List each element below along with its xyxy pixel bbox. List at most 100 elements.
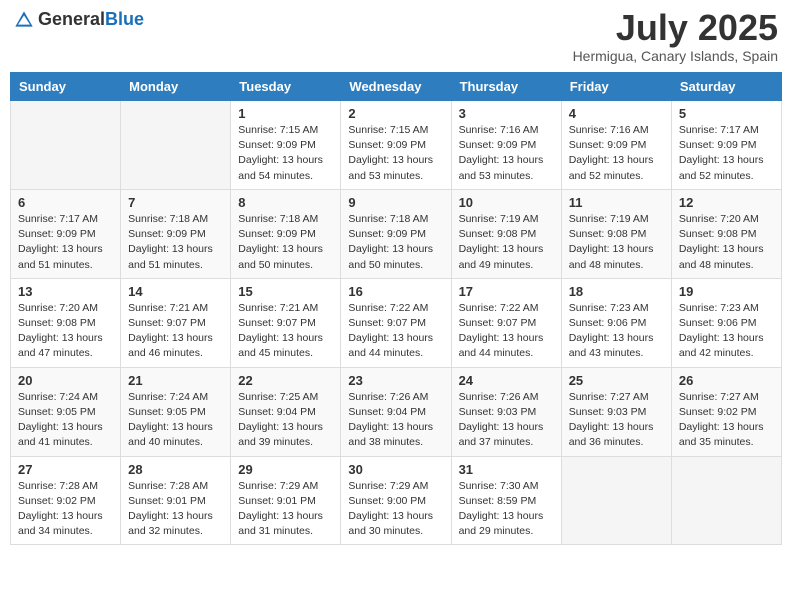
day-number: 30 <box>348 462 443 477</box>
calendar-cell: 5 Sunrise: 7:17 AMSunset: 9:09 PMDaylight… <box>671 101 781 190</box>
day-info: Sunrise: 7:27 AMSunset: 9:02 PMDaylight:… <box>679 390 774 451</box>
day-number: 10 <box>459 195 554 210</box>
calendar-cell <box>121 101 231 190</box>
day-info: Sunrise: 7:21 AMSunset: 9:07 PMDaylight:… <box>238 301 333 362</box>
calendar-cell: 9 Sunrise: 7:18 AMSunset: 9:09 PMDaylight… <box>341 189 451 278</box>
calendar-cell: 12 Sunrise: 7:20 AMSunset: 9:08 PMDayligh… <box>671 189 781 278</box>
day-number: 27 <box>18 462 113 477</box>
location: Hermigua, Canary Islands, Spain <box>573 48 778 64</box>
calendar-cell: 25Sunrise: 7:27 AMSunset: 9:03 PMDayligh… <box>561 367 671 456</box>
logo: GeneralBlue <box>14 10 144 30</box>
calendar-cell: 31 Sunrise: 7:30 AMSunset: 8:59 PMDayligh… <box>451 456 561 545</box>
day-info: Sunrise: 7:22 AMSunset: 9:07 PMDaylight:… <box>459 301 554 362</box>
day-of-week-header: Wednesday <box>341 73 451 101</box>
day-number: 21 <box>128 373 223 388</box>
calendar-cell: 6Sunrise: 7:17 AMSunset: 9:09 PMDaylight… <box>11 189 121 278</box>
calendar-cell: 8 Sunrise: 7:18 AMSunset: 9:09 PMDaylight… <box>231 189 341 278</box>
calendar-cell: 20 Sunrise: 7:24 AMSunset: 9:05 PMDayligh… <box>11 367 121 456</box>
day-number: 4 <box>569 106 664 121</box>
day-number: 24 <box>459 373 554 388</box>
day-info: Sunrise: 7:30 AMSunset: 8:59 PMDaylight:… <box>459 479 554 540</box>
calendar-cell: 1 Sunrise: 7:15 AMSunset: 9:09 PMDaylight… <box>231 101 341 190</box>
day-number: 1 <box>238 106 333 121</box>
day-of-week-header: Friday <box>561 73 671 101</box>
day-number: 22 <box>238 373 333 388</box>
day-number: 9 <box>348 195 443 210</box>
calendar-cell: 10 Sunrise: 7:19 AMSunset: 9:08 PMDayligh… <box>451 189 561 278</box>
day-number: 23 <box>348 373 443 388</box>
calendar-cell: 21 Sunrise: 7:24 AMSunset: 9:05 PMDayligh… <box>121 367 231 456</box>
day-number: 3 <box>459 106 554 121</box>
calendar-cell: 3 Sunrise: 7:16 AMSunset: 9:09 PMDaylight… <box>451 101 561 190</box>
day-info: Sunrise: 7:25 AMSunset: 9:04 PMDaylight:… <box>238 390 333 451</box>
day-number: 13 <box>18 284 113 299</box>
day-number: 8 <box>238 195 333 210</box>
day-info: Sunrise: 7:24 AMSunset: 9:05 PMDaylight:… <box>128 390 223 451</box>
day-number: 26 <box>679 373 774 388</box>
day-number: 29 <box>238 462 333 477</box>
calendar-cell: 26 Sunrise: 7:27 AMSunset: 9:02 PMDayligh… <box>671 367 781 456</box>
day-number: 14 <box>128 284 223 299</box>
day-info: Sunrise: 7:20 AMSunset: 9:08 PMDaylight:… <box>679 212 774 273</box>
calendar-cell: 30 Sunrise: 7:29 AMSunset: 9:00 PMDayligh… <box>341 456 451 545</box>
calendar-table: SundayMondayTuesdayWednesdayThursdayFrid… <box>10 72 782 545</box>
day-number: 31 <box>459 462 554 477</box>
day-info: Sunrise: 7:15 AMSunset: 9:09 PMDaylight:… <box>348 123 443 184</box>
day-info: Sunrise: 7:17 AMSunset: 9:09 PMDaylight:… <box>679 123 774 184</box>
calendar-cell: 15Sunrise: 7:21 AMSunset: 9:07 PMDayligh… <box>231 278 341 367</box>
calendar-cell <box>561 456 671 545</box>
calendar-week-row: 6Sunrise: 7:17 AMSunset: 9:09 PMDaylight… <box>11 189 782 278</box>
calendar-week-row: 1 Sunrise: 7:15 AMSunset: 9:09 PMDaylight… <box>11 101 782 190</box>
day-info: Sunrise: 7:26 AMSunset: 9:03 PMDaylight:… <box>459 390 554 451</box>
calendar-cell: 24 Sunrise: 7:26 AMSunset: 9:03 PMDayligh… <box>451 367 561 456</box>
calendar-cell: 14 Sunrise: 7:21 AMSunset: 9:07 PMDayligh… <box>121 278 231 367</box>
day-of-week-header: Thursday <box>451 73 561 101</box>
day-info: Sunrise: 7:26 AMSunset: 9:04 PMDaylight:… <box>348 390 443 451</box>
calendar-cell: 19Sunrise: 7:23 AMSunset: 9:06 PMDayligh… <box>671 278 781 367</box>
day-number: 5 <box>679 106 774 121</box>
calendar-week-row: 27 Sunrise: 7:28 AMSunset: 9:02 PMDayligh… <box>11 456 782 545</box>
calendar-cell <box>671 456 781 545</box>
day-info: Sunrise: 7:18 AMSunset: 9:09 PMDaylight:… <box>238 212 333 273</box>
day-number: 18 <box>569 284 664 299</box>
calendar-cell: 18 Sunrise: 7:23 AMSunset: 9:06 PMDayligh… <box>561 278 671 367</box>
day-info: Sunrise: 7:24 AMSunset: 9:05 PMDaylight:… <box>18 390 113 451</box>
calendar-cell: 2 Sunrise: 7:15 AMSunset: 9:09 PMDaylight… <box>341 101 451 190</box>
title-section: July 2025 Hermigua, Canary Islands, Spai… <box>573 10 778 64</box>
day-number: 6 <box>18 195 113 210</box>
day-info: Sunrise: 7:21 AMSunset: 9:07 PMDaylight:… <box>128 301 223 362</box>
day-number: 11 <box>569 195 664 210</box>
calendar-cell: 13 Sunrise: 7:20 AMSunset: 9:08 PMDayligh… <box>11 278 121 367</box>
day-info: Sunrise: 7:29 AMSunset: 9:00 PMDaylight:… <box>348 479 443 540</box>
day-info: Sunrise: 7:23 AMSunset: 9:06 PMDaylight:… <box>569 301 664 362</box>
logo-text-blue: Blue <box>105 9 144 29</box>
logo-icon <box>14 10 34 30</box>
day-info: Sunrise: 7:20 AMSunset: 9:08 PMDaylight:… <box>18 301 113 362</box>
day-info: Sunrise: 7:16 AMSunset: 9:09 PMDaylight:… <box>569 123 664 184</box>
day-info: Sunrise: 7:16 AMSunset: 9:09 PMDaylight:… <box>459 123 554 184</box>
day-of-week-header: Monday <box>121 73 231 101</box>
calendar-header-row: SundayMondayTuesdayWednesdayThursdayFrid… <box>11 73 782 101</box>
day-of-week-header: Saturday <box>671 73 781 101</box>
calendar-cell: 23 Sunrise: 7:26 AMSunset: 9:04 PMDayligh… <box>341 367 451 456</box>
day-number: 28 <box>128 462 223 477</box>
day-info: Sunrise: 7:28 AMSunset: 9:02 PMDaylight:… <box>18 479 113 540</box>
day-info: Sunrise: 7:18 AMSunset: 9:09 PMDaylight:… <box>348 212 443 273</box>
day-number: 2 <box>348 106 443 121</box>
month-year: July 2025 <box>573 10 778 46</box>
logo-text-general: General <box>38 9 105 29</box>
calendar-cell <box>11 101 121 190</box>
day-number: 20 <box>18 373 113 388</box>
day-of-week-header: Tuesday <box>231 73 341 101</box>
calendar-cell: 28Sunrise: 7:28 AMSunset: 9:01 PMDayligh… <box>121 456 231 545</box>
calendar-cell: 16Sunrise: 7:22 AMSunset: 9:07 PMDayligh… <box>341 278 451 367</box>
day-info: Sunrise: 7:18 AMSunset: 9:09 PMDaylight:… <box>128 212 223 273</box>
day-number: 12 <box>679 195 774 210</box>
day-info: Sunrise: 7:19 AMSunset: 9:08 PMDaylight:… <box>459 212 554 273</box>
day-number: 7 <box>128 195 223 210</box>
day-number: 25 <box>569 373 664 388</box>
calendar-cell: 27 Sunrise: 7:28 AMSunset: 9:02 PMDayligh… <box>11 456 121 545</box>
day-of-week-header: Sunday <box>11 73 121 101</box>
calendar-cell: 7 Sunrise: 7:18 AMSunset: 9:09 PMDaylight… <box>121 189 231 278</box>
day-info: Sunrise: 7:15 AMSunset: 9:09 PMDaylight:… <box>238 123 333 184</box>
